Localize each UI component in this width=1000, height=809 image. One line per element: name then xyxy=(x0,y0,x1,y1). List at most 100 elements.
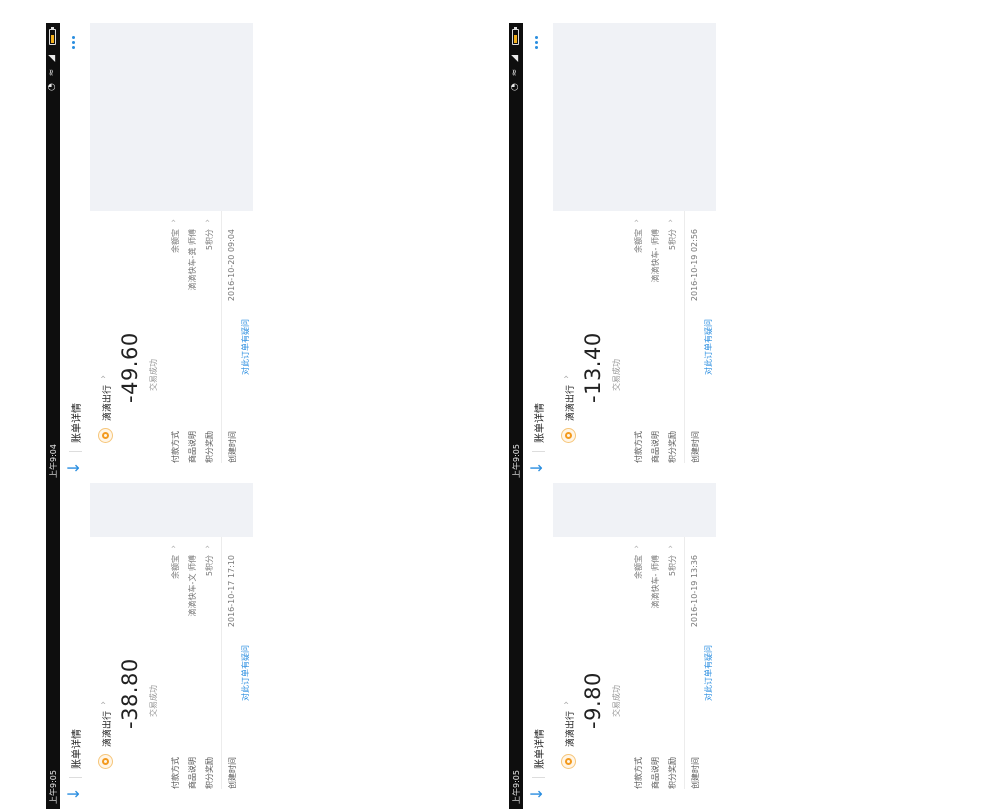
row-value: 余额宝 xyxy=(171,229,180,253)
row-value: 2016-10-19 13:36 xyxy=(690,555,699,628)
battery-icon xyxy=(49,29,56,45)
row-item-description: 商品说明 滴滴快车- 师傅 xyxy=(647,537,665,809)
row-value: 5积分 xyxy=(668,229,677,251)
row-payment-method[interactable]: 付款方式 余额宝 › xyxy=(630,537,648,809)
row-value: 余额宝 xyxy=(634,229,643,253)
order-question-link[interactable]: 对此订单有疑问 xyxy=(703,537,714,809)
chevron-right-icon[interactable]: › xyxy=(561,375,572,379)
chevron-right-icon: › xyxy=(632,545,642,549)
app-bar: ↓ 账单详情 xyxy=(523,23,553,483)
merchant-name[interactable]: 滴滴出行 xyxy=(563,385,576,421)
amount: -13.40 xyxy=(581,332,605,403)
more-dots-icon[interactable] xyxy=(528,35,540,50)
back-arrow-icon[interactable]: ↓ xyxy=(64,459,84,477)
merchant-name[interactable]: 滴滴出行 xyxy=(100,385,113,421)
bill-content: 滴滴出行 › -38.80 交易成功 付款方式 余额宝 › 商品说明 滴滴快车-… xyxy=(90,537,253,809)
divider xyxy=(221,537,222,789)
bill-content: 滴滴出行 › -49.60 交易成功 付款方式 余额宝 › 商品说明 滴滴快车-… xyxy=(90,211,253,483)
amount: -49.60 xyxy=(118,332,142,403)
row-label: 创建时间 xyxy=(228,757,237,789)
row-value: 滴滴快车-文 师傅 xyxy=(188,555,197,617)
page-title: 账单详情 xyxy=(535,403,546,443)
chevron-right-icon: › xyxy=(666,545,676,549)
chevron-right-icon: › xyxy=(203,219,213,223)
row-label: 积分奖励 xyxy=(668,757,677,789)
row-item-description: 商品说明 滴滴快车-文 师傅 xyxy=(184,537,202,809)
blank-area xyxy=(553,23,716,211)
row-points-reward[interactable]: 积分奖励 5积分 › xyxy=(201,211,219,483)
row-value: 2016-10-17 17:10 xyxy=(227,555,236,628)
back-arrow-icon[interactable]: ↓ xyxy=(527,459,547,477)
chevron-right-icon: › xyxy=(666,219,676,223)
row-label: 创建时间 xyxy=(228,431,237,463)
row-label: 付款方式 xyxy=(171,757,180,789)
bill-content: 滴滴出行 › -9.80 交易成功 付款方式 余额宝 › 商品说明 滴滴快车- … xyxy=(553,537,716,809)
chevron-right-icon[interactable]: › xyxy=(98,701,109,705)
transaction-status: 交易成功 xyxy=(612,685,621,717)
bill-content: 滴滴出行 › -13.40 交易成功 付款方式 余额宝 › 商品说明 滴滴快车-… xyxy=(553,211,716,483)
row-payment-method[interactable]: 付款方式 余额宝 › xyxy=(630,211,648,483)
divider xyxy=(221,211,222,463)
status-time: 上午9:05 xyxy=(49,770,58,804)
row-value: 余额宝 xyxy=(634,555,643,579)
row-label: 商品说明 xyxy=(651,431,660,463)
receipt-screen-3: 上午9:04 ◔ ≈ ◢ ↓ 账单详情 滴滴出行 › -49.60 交易成功 付… xyxy=(46,23,253,483)
merchant-name[interactable]: 滴滴出行 xyxy=(100,711,113,747)
divider xyxy=(532,451,545,452)
chevron-right-icon: › xyxy=(169,219,179,223)
row-value: 5积分 xyxy=(668,555,677,577)
divider xyxy=(69,777,82,778)
page-title: 账单详情 xyxy=(72,403,83,443)
battery-icon xyxy=(512,29,519,45)
row-value: 滴滴快车- 师傅 xyxy=(651,229,660,283)
status-time: 上午9:05 xyxy=(512,444,521,478)
row-value: 2016-10-20 09:04 xyxy=(227,229,236,302)
row-label: 付款方式 xyxy=(634,431,643,463)
page-title: 账单详情 xyxy=(72,729,83,769)
amount: -9.80 xyxy=(581,672,605,729)
row-label: 付款方式 xyxy=(171,431,180,463)
row-value: 余额宝 xyxy=(171,555,180,579)
status-time: 上午9:04 xyxy=(49,444,58,478)
blank-area xyxy=(90,23,253,211)
row-label: 积分奖励 xyxy=(205,757,214,789)
row-payment-method[interactable]: 付款方式 余额宝 › xyxy=(167,537,185,809)
divider xyxy=(532,777,545,778)
chevron-right-icon[interactable]: › xyxy=(561,701,572,705)
divider xyxy=(684,537,685,789)
row-value: 滴滴快车-龚 师傅 xyxy=(188,229,197,291)
row-points-reward[interactable]: 积分奖励 5积分 › xyxy=(201,537,219,809)
order-question-link[interactable]: 对此订单有疑问 xyxy=(240,211,251,483)
status-time: 上午9:05 xyxy=(512,770,521,804)
didi-logo-icon xyxy=(561,428,576,443)
amount: -38.80 xyxy=(118,658,142,729)
row-label: 付款方式 xyxy=(634,757,643,789)
merchant-name[interactable]: 滴滴出行 xyxy=(563,711,576,747)
signal-wifi-icon: ◔ ≈ ◢ xyxy=(510,53,520,92)
row-label: 商品说明 xyxy=(188,757,197,789)
back-arrow-icon[interactable]: ↓ xyxy=(527,785,547,803)
page-title: 账单详情 xyxy=(535,729,546,769)
order-question-link[interactable]: 对此订单有疑问 xyxy=(703,211,714,483)
row-item-description: 商品说明 滴滴快车- 师傅 xyxy=(647,211,665,483)
status-bar: 上午9:05 ◔ ≈ ◢ xyxy=(509,23,523,483)
transaction-status: 交易成功 xyxy=(612,359,621,391)
didi-logo-icon xyxy=(98,428,113,443)
signal-wifi-icon: ◔ ≈ ◢ xyxy=(47,53,57,92)
didi-logo-icon xyxy=(98,754,113,769)
row-item-description: 商品说明 滴滴快车-龚 师傅 xyxy=(184,211,202,483)
more-dots-icon[interactable] xyxy=(65,35,77,50)
back-arrow-icon[interactable]: ↓ xyxy=(64,785,84,803)
chevron-right-icon: › xyxy=(632,219,642,223)
row-payment-method[interactable]: 付款方式 余额宝 › xyxy=(167,211,185,483)
row-label: 创建时间 xyxy=(691,757,700,789)
row-value: 5积分 xyxy=(205,555,214,577)
row-points-reward[interactable]: 积分奖励 5积分 › xyxy=(664,537,682,809)
row-label: 商品说明 xyxy=(188,431,197,463)
transaction-status: 交易成功 xyxy=(149,359,158,391)
row-value: 2016-10-19 02:56 xyxy=(690,229,699,302)
row-value: 5积分 xyxy=(205,229,214,251)
row-points-reward[interactable]: 积分奖励 5积分 › xyxy=(664,211,682,483)
chevron-right-icon[interactable]: › xyxy=(98,375,109,379)
order-question-link[interactable]: 对此订单有疑问 xyxy=(240,537,251,809)
